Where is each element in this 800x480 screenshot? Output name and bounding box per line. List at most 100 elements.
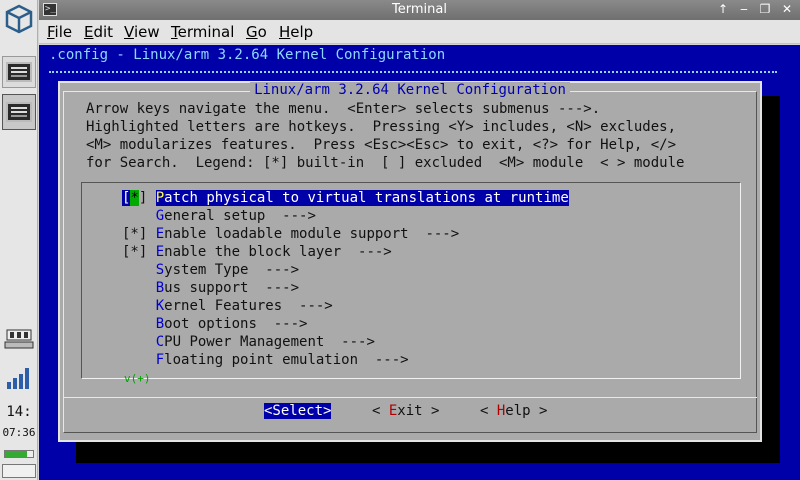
menu-item-prefix — [122, 316, 156, 332]
menu-item-prefix: [*] — [122, 226, 156, 242]
help-rest: elp > — [505, 403, 548, 419]
menu-file-label: ile — [54, 23, 73, 41]
menu-item-prefix — [122, 208, 156, 224]
signal-bars-icon — [7, 368, 29, 389]
menu-edit[interactable]: Edit — [84, 23, 113, 41]
menu-item-loadable-modules[interactable]: [*] Enable loadable module support ---> — [122, 225, 459, 243]
menu-item-prefix: [*] — [122, 244, 156, 260]
menu-bar: File Edit View Terminal Go Help — [39, 20, 800, 44]
menu-item-hotkey: S — [155, 262, 165, 278]
menu-item-label: loating point emulation ---> — [164, 352, 409, 368]
cube-logo-icon — [5, 4, 33, 34]
menu-item-patch-phys-virt[interactable]: [*] Patch physical to virtual translatio… — [122, 189, 569, 207]
terminal-icon — [6, 102, 32, 122]
menu-item-label: eneral setup ---> — [164, 208, 316, 224]
menu-item-label: ernel Features ---> — [164, 298, 333, 314]
help-open: < — [480, 403, 497, 419]
taskbar-terminal-button-2[interactable] — [2, 94, 36, 130]
battery-indicator[interactable] — [4, 450, 34, 458]
dialog-title-text: Linux/arm 3.2.64 Kernel Configuration — [250, 82, 570, 98]
menu-file-hotkey: F — [47, 23, 55, 41]
menu-terminal-hotkey: T — [171, 23, 178, 41]
menu-item-prefix — [122, 298, 156, 314]
help-line-4: for Search. Legend: [*] built-in [ ] exc… — [86, 155, 685, 171]
menu-go-label: o — [257, 23, 267, 41]
menu-item-cpu-power[interactable]: CPU Power Management ---> — [122, 333, 375, 351]
help-line-2: Highlighted letters are hotkeys. Pressin… — [86, 119, 677, 135]
menu-item-system-type[interactable]: System Type ---> — [122, 261, 299, 279]
close-button[interactable]: ✕ — [779, 2, 795, 17]
menu-view-hotkey: V — [124, 23, 134, 41]
exit-button[interactable]: < Exit > — [372, 403, 439, 419]
network-icon — [4, 329, 34, 349]
menu-item-prefix — [122, 262, 156, 278]
menu-item-label: nable loadable module support ---> — [164, 226, 460, 242]
minimize-button[interactable]: ‒ — [736, 2, 752, 17]
menu-item-floating-point[interactable]: Floating point emulation ---> — [122, 351, 409, 369]
menu-file[interactable]: File — [47, 23, 72, 41]
menu-help[interactable]: Help — [279, 23, 313, 41]
menu-item-hotkey: F — [155, 352, 165, 368]
menu-item-prefix — [122, 334, 156, 350]
menu-item-label: PU Power Management ---> — [164, 334, 375, 350]
window-title: Terminal — [392, 2, 447, 17]
menu-item-label: us support ---> — [164, 280, 300, 296]
menu-item-block-layer[interactable]: [*] Enable the block layer ---> — [122, 243, 392, 261]
menu-item-label: atch physical to virtual translations at… — [164, 190, 569, 206]
menuconfig-dialog: Linux/arm 3.2.64 Kernel Configuration Ar… — [58, 81, 762, 442]
config-header: .config - Linux/arm 3.2.64 Kernel Config… — [49, 47, 446, 63]
menu-help-hotkey: H — [279, 23, 291, 41]
menu-item-prefix — [122, 280, 156, 296]
app-launcher-button[interactable] — [2, 2, 36, 36]
help-line-3: <M> modularizes features. Press <Esc><Es… — [86, 137, 677, 153]
menu-item-kernel-features[interactable]: Kernel Features ---> — [122, 297, 333, 315]
menu-terminal[interactable]: Terminal — [171, 23, 234, 41]
menu-item-hotkey: P — [155, 190, 165, 206]
terminal-icon — [6, 62, 32, 82]
menu-go[interactable]: Go — [246, 23, 267, 41]
menu-item-label: oot options ---> — [164, 316, 308, 332]
help-line-1: Arrow keys navigate the menu. <Enter> se… — [86, 101, 601, 117]
exit-rest: xit > — [397, 403, 440, 419]
battery-level-fill — [5, 451, 28, 457]
menu-item-cursor: * — [130, 190, 139, 206]
shade-button[interactable]: ↑ — [715, 2, 731, 17]
select-button[interactable]: <Select> — [264, 403, 332, 419]
menu-item-close-bracket: ] — [138, 190, 156, 206]
keyboard-indicator[interactable] — [2, 464, 36, 478]
menu-item-hotkey: B — [155, 316, 165, 332]
menu-view-label: iew — [133, 23, 160, 41]
menu-terminal-label: erminal — [177, 23, 235, 41]
network-status-button[interactable] — [2, 326, 36, 352]
signal-strength-button[interactable] — [2, 366, 36, 390]
menu-item-hotkey: G — [155, 208, 165, 224]
menu-view[interactable]: View — [124, 23, 160, 41]
button-row-separator — [63, 397, 757, 398]
menu-item-bus-support[interactable]: Bus support ---> — [122, 279, 299, 297]
clock-hour: 14: — [6, 404, 32, 420]
menu-edit-label: dit — [93, 23, 114, 41]
terminal-area[interactable]: .config - Linux/arm 3.2.64 Kernel Config… — [39, 45, 800, 480]
side-panel: 14: 07:36 — [0, 0, 38, 480]
taskbar-terminal-button-1[interactable] — [2, 56, 36, 88]
menu-item-hotkey: E — [155, 244, 165, 260]
menu-help-label: elp — [290, 23, 314, 41]
header-rule — [49, 71, 777, 73]
dialog-title: Linux/arm 3.2.64 Kernel Configuration — [60, 82, 760, 98]
help-button[interactable]: < Help > — [480, 403, 547, 419]
window-titlebar[interactable]: >_ Terminal ↑ ‒ ❐ ✕ — [39, 0, 800, 20]
menu-item-label: ystem Type ---> — [164, 262, 300, 278]
clock-minute: 07:36 — [2, 426, 36, 439]
menu-item-hotkey: B — [155, 280, 165, 296]
menu-list: [*] Patch physical to virtual translatio… — [81, 182, 741, 385]
menu-item-label: nable the block layer ---> — [164, 244, 392, 260]
menu-item-prefix — [122, 352, 156, 368]
menu-item-hotkey: C — [155, 334, 165, 350]
menu-go-hotkey: G — [246, 23, 258, 41]
exit-open: < — [372, 403, 389, 419]
menu-item-hotkey: K — [155, 298, 165, 314]
menu-item-general-setup[interactable]: General setup ---> — [122, 207, 316, 225]
maximize-button[interactable]: ❐ — [757, 2, 773, 17]
menu-item-hotkey: E — [155, 226, 165, 242]
menu-item-boot-options[interactable]: Boot options ---> — [122, 315, 308, 333]
